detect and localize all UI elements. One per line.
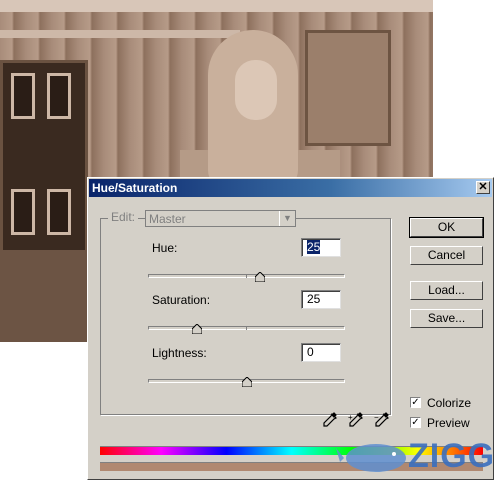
hue-label: Hue: xyxy=(152,241,178,255)
saturation-input[interactable]: 25 xyxy=(301,290,341,309)
saturation-slider-thumb[interactable] xyxy=(192,324,203,334)
door-panel xyxy=(11,189,35,235)
eyedropper-minus-icon[interactable]: − xyxy=(374,412,390,428)
edit-label-wrap: Edit: xyxy=(108,209,139,224)
door-panel xyxy=(47,189,71,235)
barn-door xyxy=(0,60,88,266)
person-face xyxy=(235,60,277,120)
eyedropper-plus-icon[interactable]: + xyxy=(348,412,364,428)
eyedropper-icon[interactable] xyxy=(322,412,338,428)
edit-channel-select[interactable]: Master ▼ xyxy=(145,210,296,227)
edit-select-value: Master xyxy=(149,212,186,226)
close-button[interactable]: ✕ xyxy=(476,181,490,194)
svg-text:+: + xyxy=(348,413,353,422)
preview-label: Preview xyxy=(427,416,470,430)
lightness-input[interactable]: 0 xyxy=(301,343,341,362)
svg-text:−: − xyxy=(374,413,379,422)
saturation-slider-center-tick xyxy=(246,326,247,330)
title-bar[interactable]: Hue/Saturation ✕ xyxy=(89,179,492,197)
hue-slider-center-tick xyxy=(246,274,247,278)
preview-checkbox[interactable]: ✓ xyxy=(410,417,421,428)
hue-input[interactable]: 25 xyxy=(301,238,341,257)
colorize-label: Colorize xyxy=(427,396,472,410)
chevron-down-icon[interactable]: ▼ xyxy=(279,211,295,226)
watermark-text: ZIGG xyxy=(408,437,496,475)
edit-label: Edit: xyxy=(111,209,136,224)
door-panel xyxy=(47,73,71,119)
hue-value: 25 xyxy=(307,240,321,254)
hue-slider-thumb[interactable] xyxy=(255,272,266,282)
wall-beam xyxy=(0,0,433,12)
door-panel xyxy=(11,73,35,119)
lightness-label: Lightness: xyxy=(152,346,207,360)
wall-beam-lower xyxy=(0,30,240,38)
save-button[interactable]: Save... xyxy=(410,309,483,328)
dialog-title: Hue/Saturation xyxy=(92,181,178,195)
load-button[interactable]: Load... xyxy=(410,281,483,300)
lightness-slider-thumb[interactable] xyxy=(241,377,252,387)
ok-button[interactable]: OK xyxy=(409,217,484,238)
barn-window xyxy=(305,30,391,146)
checkmark-icon: ✓ xyxy=(411,397,420,408)
saturation-label: Saturation: xyxy=(152,293,211,307)
colorize-checkbox[interactable]: ✓ xyxy=(410,397,421,408)
cancel-button[interactable]: Cancel xyxy=(410,246,483,265)
checkmark-icon: ✓ xyxy=(411,417,420,428)
close-icon: ✕ xyxy=(478,181,488,193)
